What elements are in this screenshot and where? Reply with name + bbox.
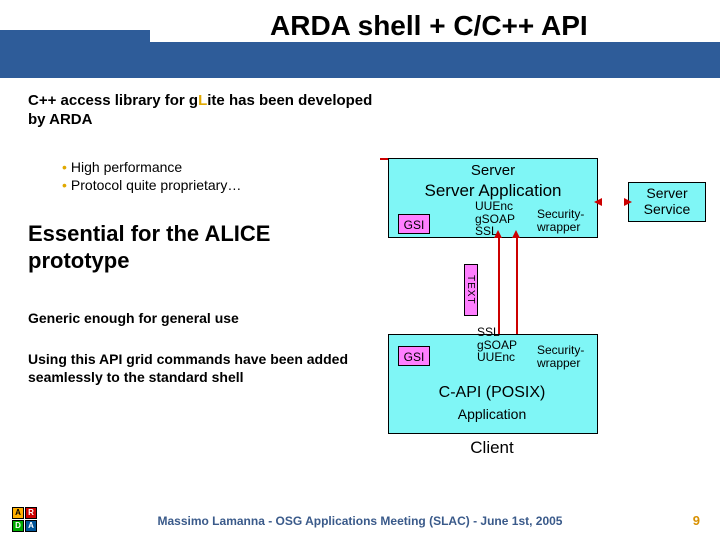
server-app-label: Server Application: [389, 181, 597, 201]
using-text: Using this API grid commands have been a…: [28, 350, 373, 386]
content-column: C++ access library for gLite has been de…: [28, 92, 373, 386]
security-wrapper-bottom: Security- wrapper: [537, 344, 584, 369]
arrow-head: [512, 230, 520, 238]
server-label: Server: [389, 162, 597, 179]
gsi-box-top: GSI: [398, 214, 430, 234]
security-wrapper-top: Security- wrapper: [537, 208, 584, 233]
arrow-head: [594, 198, 602, 206]
page-number: 9: [693, 513, 700, 528]
bullet-item: Protocol quite proprietary…: [62, 176, 373, 195]
text-protocol-box: TEXT: [464, 264, 478, 316]
essential-heading: Essential for the ALICE prototype: [28, 221, 373, 274]
bullet-list: High performance Protocol quite propriet…: [62, 158, 373, 196]
header-right-block: [120, 42, 720, 78]
slide-title: ARDA shell + C/C++ API: [270, 10, 588, 42]
arrow-head: [494, 230, 502, 238]
service-box: Server Service: [628, 182, 706, 222]
architecture-diagram: Server Server Application Server Service…: [380, 158, 710, 448]
application-label: Application: [402, 406, 582, 422]
gsi-box-bottom: GSI: [398, 346, 430, 366]
client-label: Client: [402, 438, 582, 458]
arrow-line: [516, 236, 518, 338]
ssl-label-bottom: SSL gSOAP UUEnc: [477, 326, 517, 364]
capi-label: C-API (POSIX): [402, 384, 582, 402]
arrow-head: [624, 198, 632, 206]
bullet-item: High performance: [62, 158, 373, 177]
footer-text: Massimo Lamanna - OSG Applications Meeti…: [0, 514, 720, 528]
lead-pre: C++ access library for g: [28, 92, 198, 109]
lead-text: C++ access library for gLite has been de…: [28, 92, 373, 130]
arrow-line: [498, 236, 500, 338]
generic-text: Generic enough for general use: [28, 310, 373, 326]
lead-highlight: L: [198, 92, 207, 109]
